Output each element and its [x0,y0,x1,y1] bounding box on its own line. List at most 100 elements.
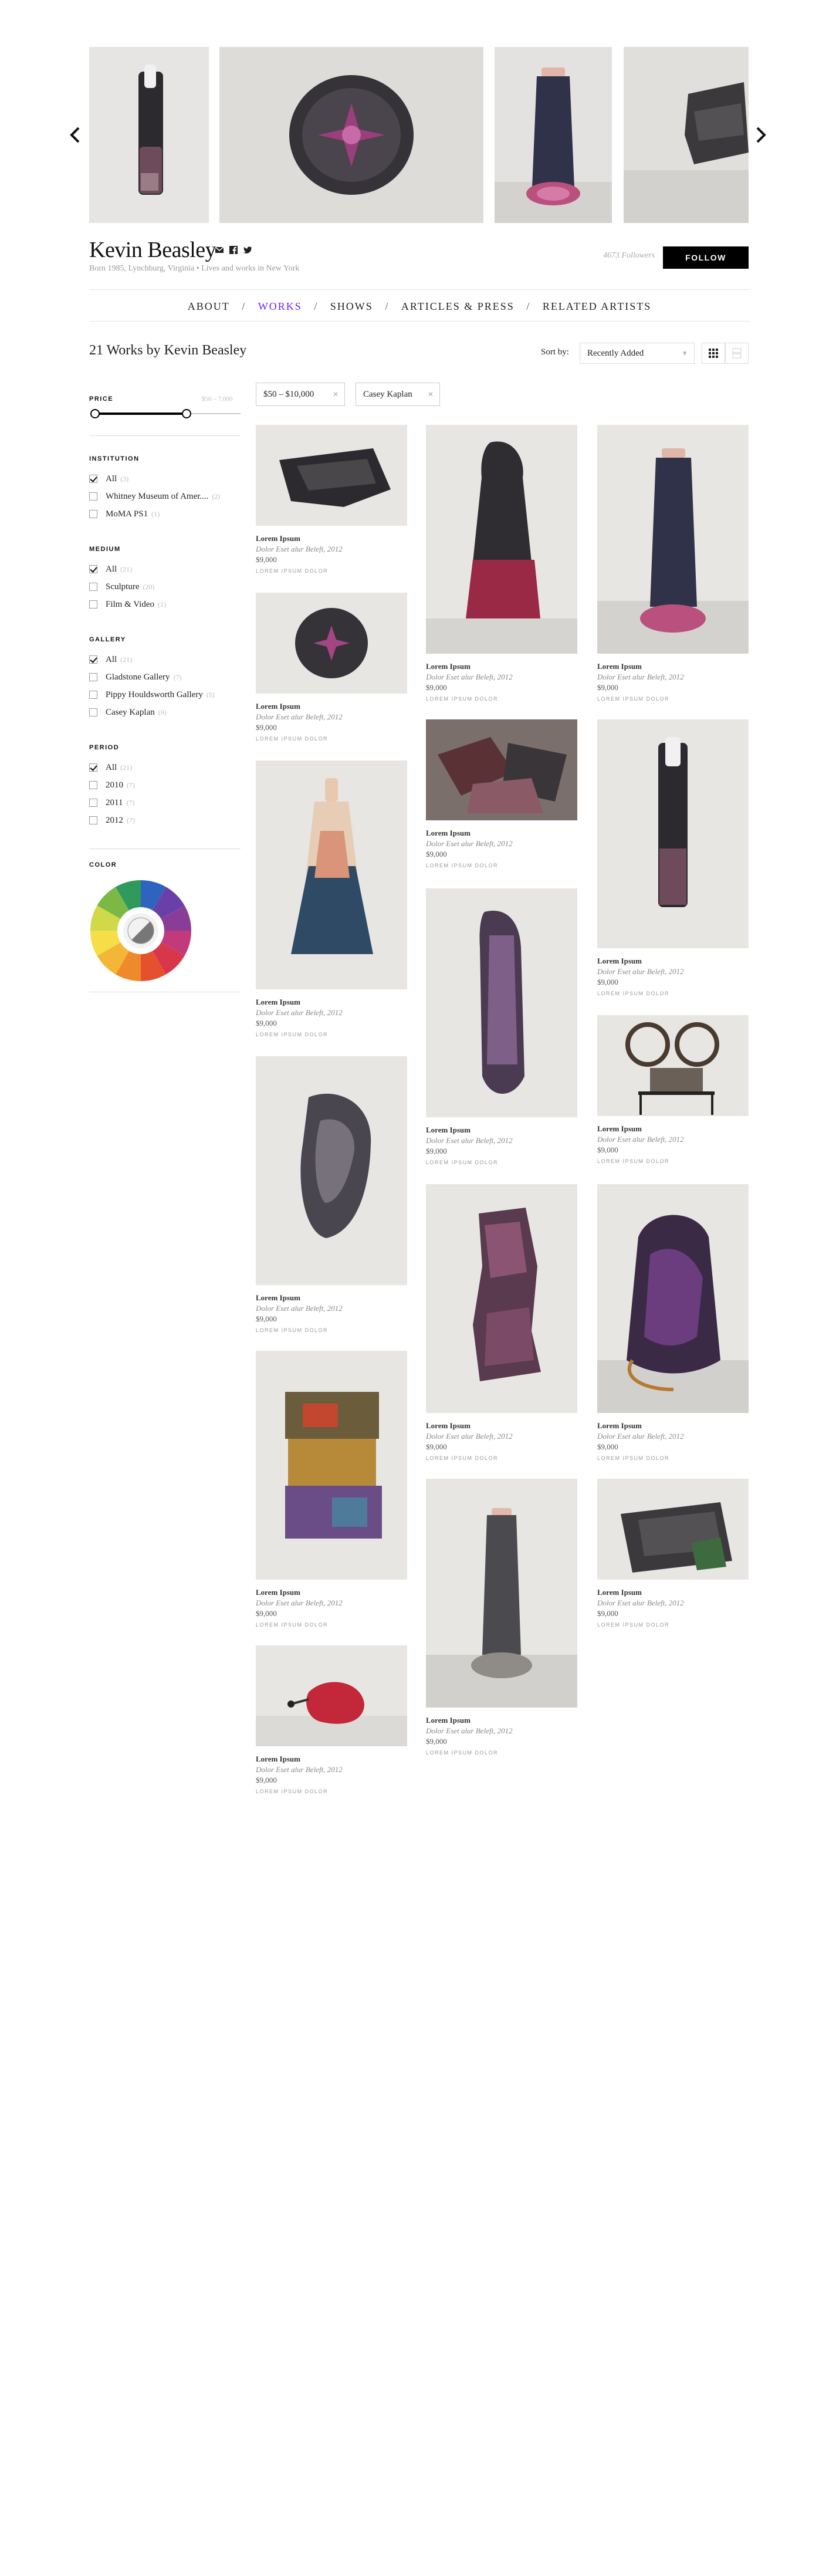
artwork-card[interactable]: Lorem Ipsum Dolor Eset alur Beleft, 2012 $… [256,760,407,1047]
artwork-image[interactable] [597,425,749,654]
carousel-prev-button[interactable] [65,122,88,148]
artwork-card[interactable]: Lorem Ipsum Dolor Eset alur Beleft, 2012 $… [426,719,577,878]
artwork-artist[interactable]: Lorem Ipsum [256,702,300,711]
medium-option[interactable]: Sculpture (20) [89,581,155,593]
artwork-gallery[interactable]: LOREM IPSUM DOLOR [597,1158,669,1164]
follow-button[interactable]: FOLLOW [663,246,749,269]
mail-icon[interactable] [215,245,224,255]
artwork-image[interactable] [256,1645,407,1746]
artwork-gallery[interactable]: LOREM IPSUM DOLOR [597,1455,669,1461]
artwork-gallery[interactable]: LOREM IPSUM DOLOR [256,568,328,574]
checkbox[interactable] [89,475,97,483]
artwork-image[interactable] [256,1056,407,1285]
artwork-title[interactable]: Dolor Eset alur Beleft, 2012 [426,839,513,848]
artwork-image[interactable] [597,1479,749,1580]
artwork-card[interactable]: Lorem Ipsum Dolor Eset alur Beleft, 2012 $… [426,425,577,711]
artwork-artist[interactable]: Lorem Ipsum [426,1125,471,1135]
period-option[interactable]: All (21) [89,762,132,773]
artwork-image[interactable] [256,425,407,526]
artwork-gallery[interactable]: LOREM IPSUM DOLOR [426,696,498,702]
nav-shows[interactable]: SHOWS [330,300,373,313]
artwork-image[interactable] [256,1351,407,1580]
artwork-title[interactable]: Dolor Eset alur Beleft, 2012 [426,672,513,682]
artwork-artist[interactable]: Lorem Ipsum [256,1293,300,1303]
artwork-artist[interactable]: Lorem Ipsum [256,1754,300,1764]
artwork-gallery[interactable]: LOREM IPSUM DOLOR [256,1789,328,1794]
gallery-option[interactable]: Pippy Houldsworth Gallery (5) [89,689,215,701]
artwork-artist[interactable]: Lorem Ipsum [597,1588,642,1597]
active-filter-gallery[interactable]: Casey Kaplan ✕ [356,383,440,406]
artwork-title[interactable]: Dolor Eset alur Beleft, 2012 [256,1598,343,1608]
carousel-image[interactable] [89,47,209,223]
checkbox[interactable] [89,763,97,772]
period-option[interactable]: 2011 (7) [89,797,134,809]
artwork-gallery[interactable]: LOREM IPSUM DOLOR [256,1032,328,1037]
artwork-card[interactable]: Lorem Ipsum Dolor Eset alur Beleft, 2012 $… [597,1184,749,1470]
color-wheel[interactable] [89,879,192,982]
artwork-artist[interactable]: Lorem Ipsum [426,829,471,838]
price-slider-max-handle[interactable] [181,409,191,418]
artwork-image[interactable] [426,719,577,820]
artwork-title[interactable]: Dolor Eset alur Beleft, 2012 [426,1136,513,1145]
price-slider-min-handle[interactable] [90,409,100,418]
gallery-option[interactable]: Casey Kaplan (9) [89,706,167,718]
artwork-image[interactable] [256,760,407,989]
period-option[interactable]: 2010 (7) [89,779,135,791]
facebook-icon[interactable] [229,245,238,255]
artwork-card[interactable]: Lorem Ipsum Dolor Eset alur Beleft, 2012 $… [597,1479,749,1637]
period-option[interactable]: 2012 (7) [89,814,135,826]
institution-option[interactable]: MoMA PS1 (1) [89,508,160,520]
artwork-artist[interactable]: Lorem Ipsum [597,1421,642,1431]
checkbox[interactable] [89,600,97,608]
carousel-image[interactable] [495,47,612,223]
artwork-card[interactable]: Lorem Ipsum Dolor Eset alur Beleft, 2012 $… [426,888,577,1175]
artwork-artist[interactable]: Lorem Ipsum [256,534,300,543]
nav-works[interactable]: WORKS [258,300,302,313]
nav-articles-press[interactable]: ARTICLES & PRESS [401,300,515,313]
artwork-artist[interactable]: Lorem Ipsum [426,662,471,671]
checkbox[interactable] [89,708,97,716]
artwork-gallery[interactable]: LOREM IPSUM DOLOR [597,1622,669,1628]
artwork-image[interactable] [597,719,749,948]
checkbox[interactable] [89,816,97,824]
artwork-artist[interactable]: Lorem Ipsum [426,1716,471,1725]
artwork-card[interactable]: Lorem Ipsum Dolor Eset alur Beleft, 2012 $… [256,1351,407,1637]
artwork-card[interactable]: Lorem Ipsum Dolor Eset alur Beleft, 2012 $… [256,1056,407,1343]
checkbox[interactable] [89,799,97,807]
artwork-image[interactable] [256,593,407,694]
artwork-card[interactable]: Lorem Ipsum Dolor Eset alur Beleft, 2012 $… [426,1184,577,1470]
checkbox[interactable] [89,673,97,681]
artwork-gallery[interactable]: LOREM IPSUM DOLOR [426,1159,498,1165]
checkbox[interactable] [89,655,97,664]
artwork-card[interactable]: Lorem Ipsum Dolor Eset alur Beleft, 2012 $… [597,719,749,1006]
carousel-next-button[interactable] [748,122,771,148]
gallery-option[interactable]: All (21) [89,654,132,665]
artwork-card[interactable]: Lorem Ipsum Dolor Eset alur Beleft, 2012 $… [256,593,407,751]
medium-option[interactable]: All (21) [89,563,132,575]
gallery-option[interactable]: Gladstone Gallery (7) [89,671,182,683]
artwork-title[interactable]: Dolor Eset alur Beleft, 2012 [256,712,343,722]
artwork-title[interactable]: Dolor Eset alur Beleft, 2012 [426,1726,513,1736]
close-icon[interactable]: ✕ [428,383,434,405]
twitter-icon[interactable] [243,245,252,255]
institution-option[interactable]: Whitney Museum of Amer.... (2) [89,491,220,502]
artwork-image[interactable] [426,1184,577,1413]
artwork-image[interactable] [597,1015,749,1116]
close-icon[interactable]: ✕ [333,383,339,405]
artwork-image[interactable] [426,1479,577,1708]
artwork-gallery[interactable]: LOREM IPSUM DOLOR [426,863,498,868]
artwork-gallery[interactable]: LOREM IPSUM DOLOR [426,1455,498,1461]
checkbox[interactable] [89,492,97,501]
artwork-gallery[interactable]: LOREM IPSUM DOLOR [597,696,669,702]
artwork-artist[interactable]: Lorem Ipsum [597,1124,642,1134]
artwork-title[interactable]: Dolor Eset alur Beleft, 2012 [597,1598,684,1608]
artwork-artist[interactable]: Lorem Ipsum [256,998,300,1007]
checkbox[interactable] [89,583,97,591]
artwork-artist[interactable]: Lorem Ipsum [426,1421,471,1431]
artwork-image[interactable] [426,425,577,654]
checkbox[interactable] [89,510,97,518]
artwork-title[interactable]: Dolor Eset alur Beleft, 2012 [597,967,684,976]
artwork-title[interactable]: Dolor Eset alur Beleft, 2012 [256,1304,343,1313]
medium-option[interactable]: Film & Video (1) [89,599,166,610]
artwork-image[interactable] [426,888,577,1117]
